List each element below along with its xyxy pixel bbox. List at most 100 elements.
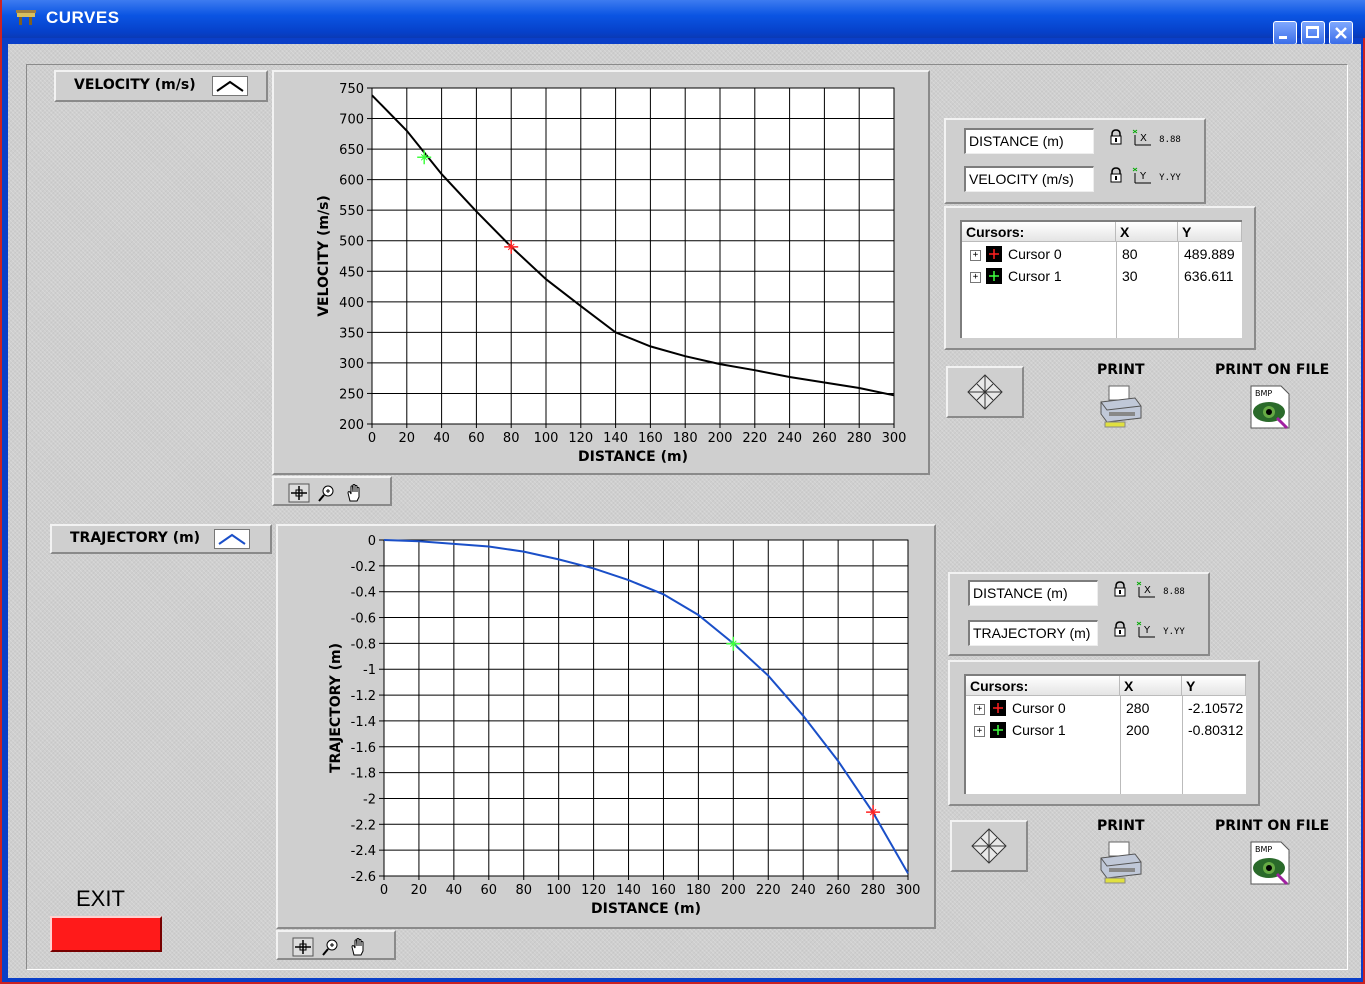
cursor-1-y[interactable]: -0.80312 [1188, 719, 1246, 741]
printer-icon[interactable] [1097, 840, 1143, 886]
diamond-move-icon [967, 374, 1003, 410]
velocity-legend-swatch[interactable] [212, 76, 248, 96]
x-tick-label: 260 [812, 431, 837, 446]
expand-icon[interactable]: + [970, 272, 981, 283]
cursor-table[interactable]: Cursors: X Y + Cursor 0 280 -2.10572 + C… [964, 674, 1246, 794]
velocity-cursor-move-button[interactable] [946, 366, 1024, 418]
printer-icon[interactable] [1097, 384, 1143, 430]
x-tick-label: 280 [861, 883, 886, 898]
trajectory-graph-frame: 0 20 40 60 80 100 120 140 160 180 200 220 240 260 280 3… [276, 524, 936, 929]
cursor-1-swatch[interactable] [990, 722, 1006, 738]
x-tick-label: 300 [896, 883, 921, 898]
maximize-button[interactable] [1301, 21, 1325, 45]
x-tick-label: 180 [673, 431, 698, 446]
y-format-icon[interactable]: Y.YY [1158, 167, 1182, 189]
cursor-0-y[interactable]: 489.889 [1184, 243, 1242, 265]
cursor-0-y[interactable]: -2.10572 [1188, 697, 1246, 719]
cursor-table[interactable]: Cursors: X Y + Cursor 0 80 489.889 + Cur… [960, 220, 1242, 338]
x-tick-label: 120 [581, 883, 606, 898]
x-tick-label: 40 [433, 431, 450, 446]
cursor-0-name[interactable]: Cursor 0 [1008, 243, 1062, 265]
trajectory-legend-swatch[interactable] [214, 529, 250, 549]
exit-button[interactable] [50, 916, 162, 952]
cursor-0-x[interactable]: 280 [1126, 697, 1149, 719]
x-tick-label: 300 [882, 431, 907, 446]
y-autoscale-icon[interactable]: Y [1134, 621, 1158, 643]
cursor-0-swatch[interactable] [986, 246, 1002, 262]
cursor-1-swatch[interactable] [986, 268, 1002, 284]
y-scale-name-field[interactable]: VELOCITY (m/s) [964, 166, 1094, 192]
trajectory-legend[interactable]: TRAJECTORY (m) [50, 524, 272, 554]
x-tick-label: 220 [756, 883, 781, 898]
x-autoscale-icon[interactable]: X [1130, 129, 1154, 151]
cursor-table-header-y: Y [1182, 676, 1246, 696]
velocity-legend-label: VELOCITY (m/s) [74, 77, 196, 93]
plot-area [371, 87, 895, 425]
cursor-table-header-y: Y [1178, 222, 1242, 242]
expand-icon[interactable]: + [974, 704, 985, 715]
expand-icon[interactable]: + [974, 726, 985, 737]
cursor-tool-icon[interactable] [288, 483, 310, 503]
y-lock-icon[interactable] [1104, 167, 1128, 189]
trajectory-cursor-legend: Cursors: X Y + Cursor 0 280 -2.10572 + C… [948, 660, 1260, 806]
y-scale-name-field[interactable]: TRAJECTORY (m) [968, 620, 1098, 646]
title-bar[interactable]: CURVES [2, 0, 1365, 45]
trajectory-print-label: PRINT [1097, 818, 1145, 834]
velocity-print-label: PRINT [1097, 362, 1145, 378]
x-tick-label: 160 [651, 883, 676, 898]
close-button[interactable] [1329, 21, 1353, 45]
y-format-icon[interactable]: Y.YY [1162, 621, 1186, 643]
cursor-0-swatch[interactable] [990, 700, 1006, 716]
y-tick-label: 0 [368, 534, 376, 549]
y-tick-label: 500 [339, 235, 364, 250]
x-format-icon[interactable]: 8.88 [1162, 581, 1186, 603]
cursor-1-y[interactable]: 636.611 [1184, 265, 1242, 287]
y-autoscale-icon[interactable]: Y [1130, 167, 1154, 189]
y-tick-label: -1.4 [351, 715, 376, 730]
x-tick-label: 240 [791, 883, 816, 898]
cursor-1-x[interactable]: 30 [1122, 265, 1138, 287]
x-scale-name-field[interactable]: DISTANCE (m) [968, 580, 1098, 606]
x-autoscale-icon[interactable]: X [1134, 581, 1158, 603]
x-scale-name-field[interactable]: DISTANCE (m) [964, 128, 1094, 154]
x-tick-label: 100 [534, 431, 559, 446]
cursor-1-x[interactable]: 200 [1126, 719, 1149, 741]
y-tick-label: -1 [363, 663, 376, 678]
pan-tool-icon[interactable] [344, 483, 366, 503]
x-tick-label: 60 [468, 431, 485, 446]
bmp-file-label: BMP [1255, 389, 1272, 398]
cursor-1-name[interactable]: Cursor 1 [1008, 265, 1062, 287]
pan-tool-icon[interactable] [348, 937, 370, 957]
zoom-tool-icon[interactable] [316, 483, 338, 503]
x-tick-label: 20 [411, 883, 428, 898]
y-tick-label: -2.2 [351, 818, 376, 833]
x-format-icon[interactable]: 8.88 [1158, 129, 1182, 151]
velocity-graph[interactable]: 0 20 40 60 80 100 120 140 160 180 200 220 240 260 280 3… [274, 72, 928, 473]
x-lock-icon[interactable] [1104, 129, 1128, 151]
y-tick-label: -0.6 [351, 612, 376, 627]
cursor-1-name[interactable]: Cursor 1 [1012, 719, 1066, 741]
cursor-tool-icon[interactable] [292, 937, 314, 957]
x-tick-label: 80 [503, 431, 520, 446]
cursor-0-x[interactable]: 80 [1122, 243, 1138, 265]
cursor-0-name[interactable]: Cursor 0 [1012, 697, 1066, 719]
bmp-file-icon[interactable]: BMP [1247, 384, 1293, 430]
y-tick-label: 450 [339, 265, 364, 280]
bmp-file-icon[interactable]: BMP [1247, 840, 1293, 886]
velocity-legend[interactable]: VELOCITY (m/s) [54, 70, 268, 102]
trajectory-graph[interactable]: 0 20 40 60 80 100 120 140 160 180 200 220 240 260 280 3… [278, 526, 934, 927]
y-lock-icon[interactable] [1108, 621, 1132, 643]
window-title: CURVES [46, 8, 120, 27]
x-tick-label: 0 [368, 431, 376, 446]
x-tick-label: 200 [708, 431, 733, 446]
cursor-table-header-x: X [1116, 222, 1178, 242]
minimize-button[interactable] [1273, 21, 1297, 45]
x-tick-label: 260 [826, 883, 851, 898]
main-window: CURVES VELOCITY (m/s) 0 20 40 60 80 100 120 140… [0, 0, 1365, 984]
zoom-tool-icon[interactable] [320, 937, 342, 957]
trajectory-cursor-move-button[interactable] [950, 820, 1028, 872]
expand-icon[interactable]: + [970, 250, 981, 261]
y-tick-label: -0.2 [351, 560, 376, 575]
x-lock-icon[interactable] [1108, 581, 1132, 603]
y-tick-label: -0.8 [351, 637, 376, 652]
